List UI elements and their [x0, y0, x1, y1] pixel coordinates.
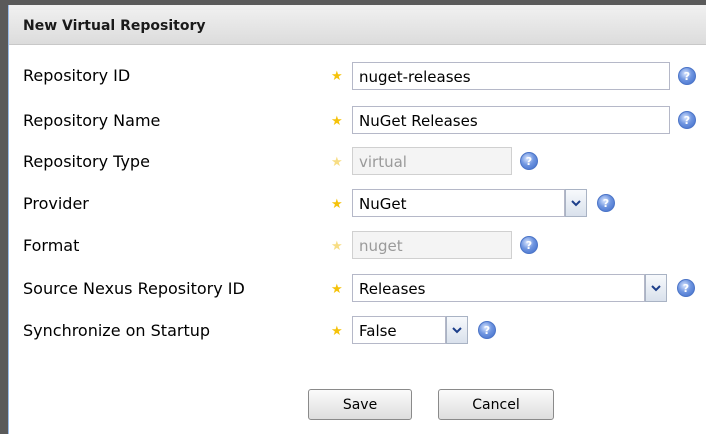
- required-star-icon: ★: [331, 113, 343, 128]
- help-icon[interactable]: ?: [520, 152, 538, 170]
- help-icon[interactable]: ?: [678, 111, 696, 129]
- repository-name-input[interactable]: NuGet Releases: [352, 106, 670, 134]
- format-input: nuget: [352, 231, 512, 259]
- panel-header: New Virtual Repository: [9, 5, 706, 45]
- source-repository-select[interactable]: Releases: [352, 274, 645, 302]
- repository-name-label: Repository Name: [23, 111, 161, 130]
- help-icon[interactable]: ?: [597, 194, 615, 212]
- source-repository-dropdown-button[interactable]: [645, 274, 667, 302]
- repository-type-input: virtual: [352, 147, 512, 175]
- chevron-down-icon: [651, 284, 661, 291]
- repository-id-label: Repository ID: [23, 66, 131, 85]
- provider-select[interactable]: NuGet: [352, 189, 565, 217]
- required-star-icon: ★: [331, 281, 343, 296]
- provider-dropdown-button[interactable]: [565, 189, 587, 217]
- required-star-icon: ★: [331, 238, 343, 253]
- required-star-icon: ★: [331, 323, 343, 338]
- format-label: Format: [23, 236, 80, 255]
- help-icon[interactable]: ?: [678, 67, 696, 85]
- new-virtual-repository-panel: New Virtual Repository Repository ID ★ n…: [8, 5, 706, 434]
- panel-title: New Virtual Repository: [23, 18, 206, 34]
- synchronize-dropdown-button[interactable]: [446, 316, 468, 344]
- help-icon[interactable]: ?: [478, 321, 496, 339]
- save-button[interactable]: Save: [308, 389, 412, 420]
- repository-type-label: Repository Type: [23, 152, 150, 171]
- repository-id-input[interactable]: nuget-releases: [352, 62, 670, 90]
- chevron-down-icon: [452, 326, 462, 333]
- required-star-icon: ★: [331, 68, 343, 83]
- synchronize-select[interactable]: False: [352, 316, 446, 344]
- source-repository-label: Source Nexus Repository ID: [23, 279, 245, 298]
- required-star-icon: ★: [331, 154, 343, 169]
- required-star-icon: ★: [331, 196, 343, 211]
- help-icon[interactable]: ?: [520, 236, 538, 254]
- help-icon[interactable]: ?: [677, 279, 695, 297]
- cancel-button[interactable]: Cancel: [438, 389, 554, 420]
- chevron-down-icon: [571, 199, 581, 206]
- synchronize-label: Synchronize on Startup: [23, 321, 211, 340]
- provider-label: Provider: [23, 194, 89, 213]
